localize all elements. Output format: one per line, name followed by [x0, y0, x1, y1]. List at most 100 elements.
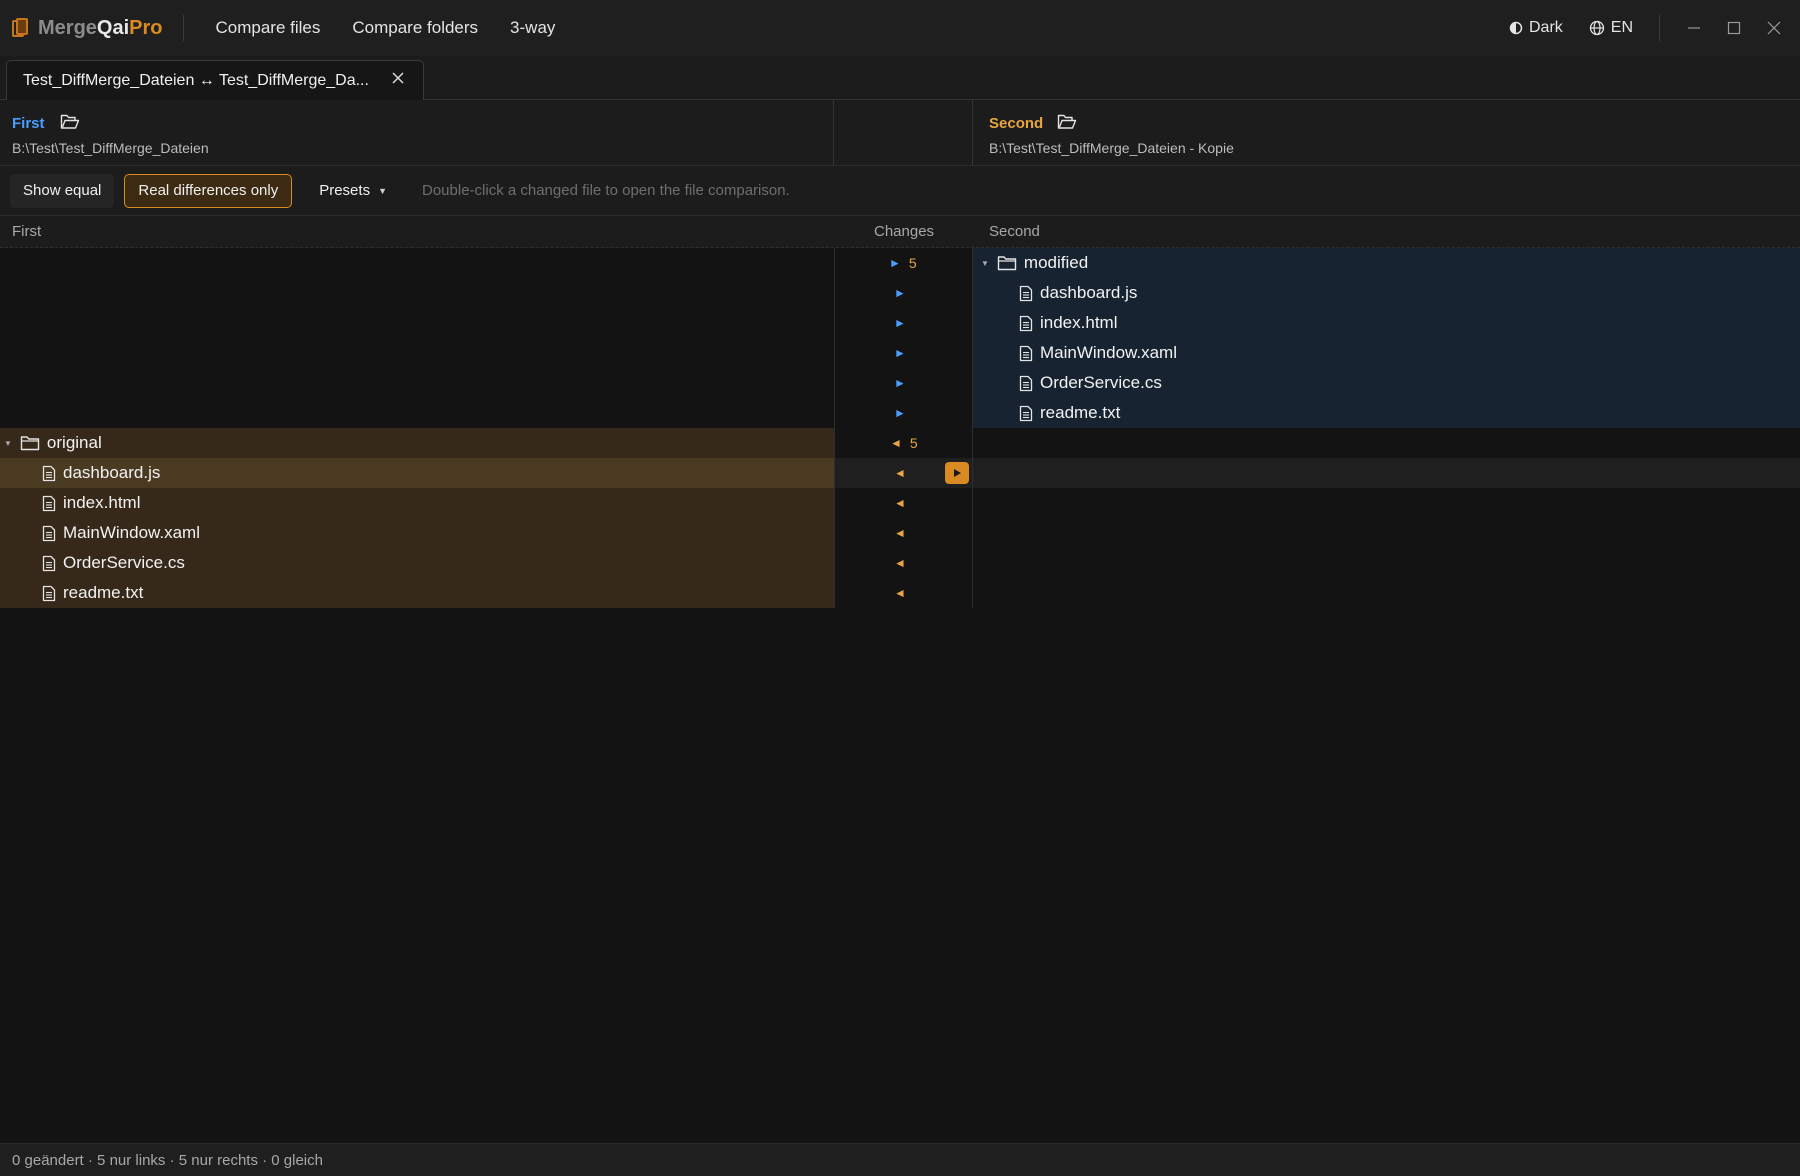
minimize-button[interactable]	[1674, 8, 1714, 48]
first-browse-button[interactable]	[60, 114, 80, 135]
file-icon	[42, 495, 56, 511]
filter-toolbar: Show equal Real differences only Presets…	[0, 166, 1800, 216]
arrow-left-icon: ◄	[894, 556, 906, 570]
file-name: OrderService.cs	[1040, 373, 1162, 392]
tree-file[interactable]: readme.txt	[42, 578, 143, 608]
expand-chevron-icon[interactable]: ▼	[4, 439, 12, 448]
presets-dropdown[interactable]: Presets ▼	[306, 174, 400, 208]
tree-file[interactable]: dashboard.js	[42, 458, 160, 488]
logo-merge-text: Merge	[38, 16, 97, 39]
tab-title: Test_DiffMerge_Dateien ↔ Test_DiffMerge_…	[23, 71, 369, 89]
table-row[interactable]: ▼ original ◄ 5	[0, 428, 1800, 458]
path-header: First B:\Test\Test_DiffMerge_Dateien Sec…	[0, 100, 1800, 166]
table-row[interactable]: ► dashboard.js	[0, 278, 1800, 308]
table-row-selected[interactable]: dashboard.js ◄	[0, 458, 1800, 488]
menu-3-way[interactable]: 3-way	[494, 12, 571, 44]
left-cell: OrderService.cs	[0, 548, 834, 578]
second-path: B:\Test\Test_DiffMerge_Dateien - Kopie	[989, 140, 1234, 156]
arrow-left-icon: ◄	[890, 436, 902, 450]
table-row[interactable]: ► readme.txt	[0, 398, 1800, 428]
file-icon	[1019, 405, 1033, 421]
changes-cell: ►	[834, 308, 973, 338]
change-indicator: ►	[894, 278, 906, 308]
open-folder-icon	[60, 114, 80, 129]
app-logo: MergeQaiPro	[12, 0, 163, 56]
right-cell-empty	[973, 458, 1800, 488]
logo-pro-text: Pro	[129, 16, 163, 39]
changes-cell: ►	[834, 398, 973, 428]
second-label: Second	[989, 115, 1044, 132]
column-header-second: Second	[989, 223, 1040, 240]
arrow-right-icon: ►	[889, 256, 901, 270]
menu-compare-files[interactable]: Compare files	[200, 12, 337, 44]
real-differences-button[interactable]: Real differences only	[124, 173, 293, 208]
app-logo-text: MergeQaiPro	[38, 17, 163, 40]
comparison-tab[interactable]: Test_DiffMerge_Dateien ↔ Test_DiffMerge_…	[6, 60, 424, 100]
table-row[interactable]: ► 5 ▼ modified	[0, 248, 1800, 278]
show-equal-button[interactable]: Show equal	[10, 173, 115, 208]
tree-file[interactable]: MainWindow.xaml	[1019, 338, 1177, 368]
change-count: 5	[908, 255, 917, 271]
tree-file[interactable]: MainWindow.xaml	[42, 518, 200, 548]
theme-toggle-button[interactable]: Dark	[1509, 19, 1563, 37]
arrow-right-icon: ►	[894, 406, 906, 420]
tree-file[interactable]: readme.txt	[1019, 398, 1120, 428]
file-name: MainWindow.xaml	[1040, 343, 1177, 362]
menu-compare-folders[interactable]: Compare folders	[336, 12, 494, 44]
file-name: dashboard.js	[1040, 283, 1138, 302]
second-path-panel: Second B:\Test\Test_DiffMerge_Dateien - …	[973, 100, 1800, 166]
tree-file[interactable]: OrderService.cs	[1019, 368, 1162, 398]
second-browse-button[interactable]	[1057, 114, 1077, 135]
left-cell: index.html	[0, 488, 834, 518]
change-indicator: ◄	[894, 458, 906, 488]
table-row[interactable]: index.html ◄	[0, 488, 1800, 518]
change-indicator: ◄	[894, 518, 906, 548]
file-icon	[42, 525, 56, 541]
arrow-right-icon: ►	[894, 286, 906, 300]
tree-folder-original[interactable]: ▼ original	[4, 428, 102, 458]
table-row[interactable]: MainWindow.xaml ◄	[0, 518, 1800, 548]
file-icon	[42, 555, 56, 571]
title-divider	[182, 15, 184, 41]
left-cell-empty	[0, 308, 834, 338]
tab-close-button[interactable]	[391, 71, 405, 90]
table-row[interactable]: ► index.html	[0, 308, 1800, 338]
arrow-left-icon: ◄	[894, 526, 906, 540]
table-row[interactable]: readme.txt ◄	[0, 578, 1800, 608]
left-cell-empty	[0, 338, 834, 368]
expand-chevron-icon[interactable]: ▼	[981, 259, 989, 268]
close-window-button[interactable]	[1754, 8, 1794, 48]
logo-qai-text: Qai	[96, 16, 130, 39]
tree-folder-modified[interactable]: ▼ modified	[981, 248, 1088, 278]
open-folder-icon	[1057, 114, 1077, 129]
column-header-changes: Changes	[874, 223, 935, 240]
tree-file[interactable]: dashboard.js	[1019, 278, 1137, 308]
tree-file[interactable]: index.html	[1019, 308, 1117, 338]
arrow-left-icon: ◄	[894, 466, 906, 480]
right-cell: OrderService.cs	[973, 368, 1800, 398]
tree-file[interactable]: index.html	[42, 488, 140, 518]
copy-to-right-button[interactable]	[945, 462, 969, 484]
right-cell-empty	[973, 578, 1800, 608]
maximize-button[interactable]	[1714, 8, 1754, 48]
change-indicator: ►	[894, 338, 906, 368]
table-row[interactable]: OrderService.cs ◄	[0, 548, 1800, 578]
changes-cell: ►	[834, 368, 973, 398]
language-button[interactable]: EN	[1589, 19, 1633, 37]
maximize-icon	[1727, 21, 1741, 35]
language-label: EN	[1610, 19, 1633, 36]
tree-file[interactable]: OrderService.cs	[42, 548, 185, 578]
left-cell: MainWindow.xaml	[0, 518, 834, 548]
changes-cell: ◄ 5	[834, 428, 973, 458]
table-row[interactable]: ► OrderService.cs	[0, 368, 1800, 398]
chevron-down-icon: ▼	[378, 185, 387, 196]
table-row[interactable]: ► MainWindow.xaml	[0, 338, 1800, 368]
right-cell-empty	[973, 428, 1800, 458]
contrast-icon	[1509, 21, 1523, 35]
right-cell-empty	[973, 488, 1800, 518]
left-cell: ▼ original	[0, 428, 834, 458]
change-indicator: ◄ 5	[890, 428, 918, 458]
change-indicator: ► 5	[889, 248, 917, 278]
file-icon	[1019, 345, 1033, 361]
column-header-first: First	[12, 223, 42, 240]
